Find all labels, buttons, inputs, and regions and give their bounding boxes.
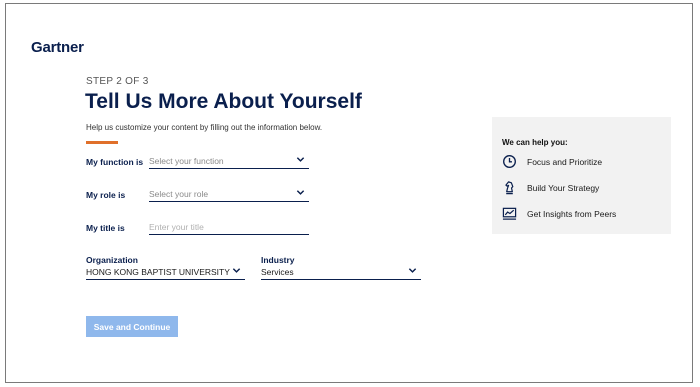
title-input[interactable]: Enter your title bbox=[149, 220, 309, 235]
role-select[interactable]: Select your role bbox=[149, 187, 309, 202]
chevron-down-icon bbox=[408, 268, 417, 273]
help-item-label: Build Your Strategy bbox=[527, 182, 600, 193]
title-label: My title is bbox=[86, 223, 125, 233]
page-title: Tell Us More About Yourself bbox=[85, 90, 362, 113]
role-label: My role is bbox=[86, 190, 126, 200]
clock-icon bbox=[503, 155, 516, 168]
help-item-label: Get Insights from Peers bbox=[527, 208, 617, 219]
chevron-down-icon bbox=[296, 190, 305, 195]
accent-divider bbox=[86, 141, 118, 144]
function-placeholder: Select your function bbox=[149, 156, 224, 166]
industry-value: Services bbox=[261, 267, 294, 277]
organization-label: Organization bbox=[86, 255, 138, 265]
help-panel-title: We can help you: bbox=[502, 138, 568, 147]
function-label: My function is bbox=[86, 157, 144, 167]
help-item-strategy: Build Your Strategy bbox=[502, 180, 599, 195]
help-item-label: Focus and Prioritize bbox=[527, 156, 603, 167]
chess-knight-icon bbox=[505, 181, 514, 195]
organization-value: HONG KONG BAPTIST UNIVERSITY bbox=[86, 267, 230, 277]
industry-select[interactable]: Services bbox=[261, 265, 421, 280]
organization-select[interactable]: HONG KONG BAPTIST UNIVERSITY bbox=[86, 265, 245, 280]
role-placeholder: Select your role bbox=[149, 189, 209, 199]
help-item-focus: Focus and Prioritize bbox=[502, 154, 602, 169]
title-placeholder: Enter your title bbox=[149, 222, 204, 232]
chart-insights-icon bbox=[502, 207, 517, 220]
chevron-down-icon bbox=[232, 268, 241, 273]
page-subtitle: Help us customize your content by fillin… bbox=[86, 123, 323, 132]
industry-label: Industry bbox=[261, 255, 295, 265]
gartner-logo: Gartner bbox=[31, 39, 84, 56]
chevron-down-icon bbox=[296, 157, 305, 162]
save-and-continue-button[interactable]: Save and Continue bbox=[86, 316, 178, 337]
help-item-insights: Get Insights from Peers bbox=[502, 206, 616, 221]
help-panel: We can help you: Focus and Prioritize Bu… bbox=[492, 117, 671, 234]
function-select[interactable]: Select your function bbox=[149, 154, 309, 169]
step-indicator: STEP 2 OF 3 bbox=[86, 76, 149, 87]
